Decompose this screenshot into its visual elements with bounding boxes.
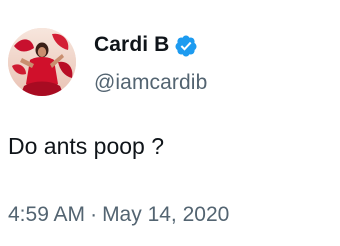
tweet-header: Cardi B @iamcardib (94, 31, 334, 96)
verified-badge-icon (174, 34, 198, 58)
tweet-time: 4:59 AM (8, 203, 86, 226)
tweet-timestamp[interactable]: 4:59 AM · May 14, 2020 (8, 200, 229, 230)
tweet-card: Cardi B @iamcardib Do ants poop ? 4:59 A… (0, 0, 340, 246)
avatar[interactable] (8, 28, 76, 96)
display-name[interactable]: Cardi B (94, 31, 169, 59)
tweet-date: May 14, 2020 (102, 203, 230, 226)
meta-separator: · (90, 203, 98, 226)
tweet-text: Do ants poop ? (8, 133, 165, 159)
name-row: Cardi B (94, 31, 334, 59)
user-handle[interactable]: @iamcardib (94, 70, 334, 96)
avatar-image (8, 28, 76, 96)
